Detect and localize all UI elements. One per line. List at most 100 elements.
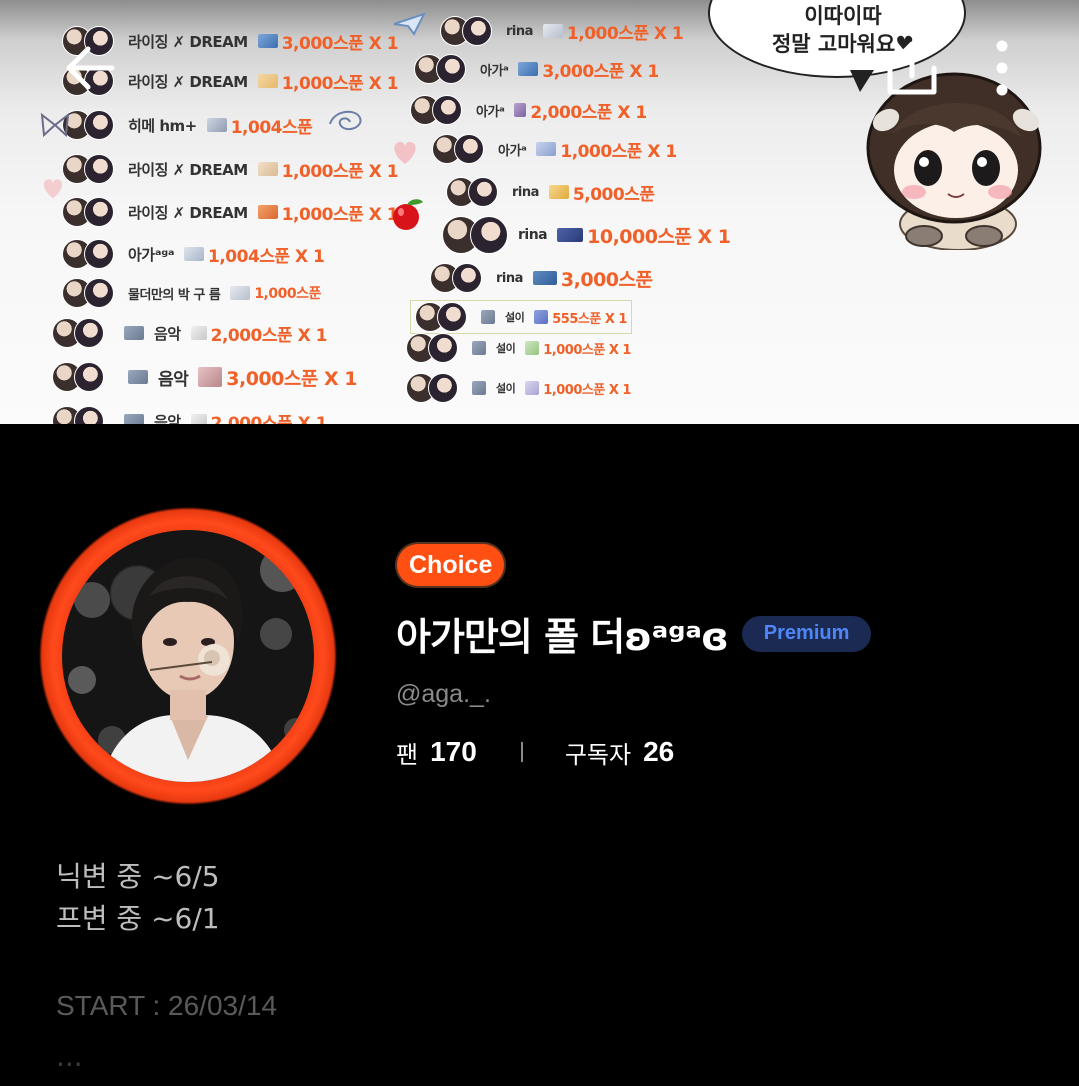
- gift-nickname: rina: [512, 184, 539, 200]
- fans-count[interactable]: 170: [430, 736, 477, 768]
- folder-icon: [124, 326, 144, 340]
- gift-item-icon: [525, 381, 540, 395]
- gift-avatar: [440, 16, 496, 46]
- gift-avatar: [430, 263, 486, 293]
- gift-nickname: 음악: [154, 412, 181, 425]
- bio-line: 닉변 중 ~6/5: [56, 860, 220, 893]
- gift-amount: 3,000스푼 X 1: [542, 61, 659, 82]
- gift-record: 물더만의 박 구 름 1,000스푼: [62, 278, 321, 308]
- gift-amount: 3,000스푼 X 1: [226, 367, 357, 390]
- gift-item-icon: [257, 205, 278, 219]
- subscribers-label[interactable]: 구독자: [565, 735, 631, 770]
- gift-item-icon: [190, 414, 207, 424]
- gift-record: 아가ᵃᵍᵃ 1,004스푼 X 1: [62, 239, 325, 269]
- folder-icon: [124, 414, 144, 424]
- bow-doodle-icon: [40, 112, 70, 138]
- gift-nickname: 라이징 ✗ DREAM: [128, 32, 248, 51]
- fans-label[interactable]: 팬: [396, 735, 418, 770]
- gift-amount: 1,000스푼: [254, 286, 321, 302]
- gift-nickname: rina: [496, 270, 523, 286]
- gift-record: 아가ᵃ 1,000스푼 X 1: [432, 134, 677, 164]
- gift-item-icon: [548, 185, 569, 199]
- share-button[interactable]: [880, 36, 944, 100]
- bio-more-ellipsis[interactable]: ...: [56, 1040, 83, 1073]
- gift-nickname: rina: [506, 23, 533, 39]
- gift-item-icon: [184, 247, 205, 261]
- gift-avatar: [62, 110, 118, 140]
- folder-icon: [472, 381, 486, 395]
- gift-avatar: [442, 216, 508, 254]
- gift-avatar: [446, 177, 502, 207]
- profile-bio: 닉변 중 ~6/5 프변 중 ~6/1: [56, 856, 220, 940]
- gift-nickname: 설이: [496, 342, 516, 355]
- gift-amount: 3,000스푼: [560, 268, 653, 291]
- gift-avatar: [406, 333, 462, 363]
- gift-record: 설이 1,000스푼 X 1: [406, 333, 631, 363]
- gift-item-icon: [257, 74, 278, 88]
- gift-amount: 1,000스푼 X 1: [281, 161, 399, 182]
- gift-avatar: [62, 154, 118, 184]
- gift-nickname: 설이: [496, 382, 516, 395]
- gift-record: rina 10,000스푼 X 1: [442, 216, 731, 254]
- gift-record: 음악 2,000스푼 X 1: [52, 318, 327, 348]
- gift-record: rina 3,000스푼: [430, 263, 653, 293]
- bio-line: 프변 중 ~6/1: [56, 902, 220, 935]
- gift-item-icon: [257, 34, 278, 48]
- gift-avatar: [406, 373, 462, 403]
- avatar-image: [62, 530, 314, 782]
- more-vertical-icon: [996, 40, 1008, 96]
- gift-record: 라이징 ✗ DREAM 1,000스푼 X 1: [62, 197, 399, 227]
- choice-badge: Choice: [397, 544, 505, 586]
- gift-item-icon: [514, 103, 527, 117]
- apple-sticker-icon: [393, 199, 423, 230]
- gift-avatar: [415, 302, 471, 332]
- folder-icon: [481, 310, 495, 324]
- gift-record: 아가ᵃ 3,000스푼 X 1: [414, 54, 659, 84]
- gift-nickname: 히메 hm+: [128, 116, 197, 135]
- gift-item-icon: [536, 142, 557, 156]
- profile-title: 아가만의 폴 더ʚᵃᵍᵃɞ: [396, 615, 729, 659]
- gift-avatar: [52, 318, 108, 348]
- gift-amount: 1,000스푼 X 1: [281, 73, 399, 94]
- stats-divider: [520, 742, 523, 762]
- gift-avatar: [410, 95, 466, 125]
- paper-plane-doodle-icon: [393, 12, 426, 36]
- swirl-doodle-icon: [329, 110, 362, 131]
- more-options-button[interactable]: [980, 36, 1024, 100]
- gift-nickname: 물더만의 박 구 름: [128, 287, 221, 303]
- folder-icon: [472, 341, 486, 355]
- gift-nickname: 음악: [158, 369, 189, 390]
- gift-nickname: rina: [518, 227, 548, 243]
- gift-amount: 1,004스푼 X 1: [208, 246, 325, 267]
- gift-nickname: 음악: [154, 324, 181, 343]
- gift-nickname: 라이징 ✗ DREAM: [128, 72, 248, 91]
- gift-item-icon: [206, 118, 227, 132]
- gift-nickname: 설이: [505, 311, 525, 324]
- share-icon: [887, 41, 937, 95]
- bio-start-date: START : 26/03/14: [56, 990, 278, 1021]
- profile-avatar[interactable]: [38, 506, 338, 806]
- back-button[interactable]: [58, 36, 122, 100]
- gift-amount: 2,000스푼 X 1: [210, 325, 328, 346]
- gift-item-icon: [542, 24, 563, 38]
- gift-amount: 3,000스푼 X 1: [281, 33, 399, 54]
- profile-title-row: 아가만의 폴 더ʚᵃᵍᵃɞ Premium: [396, 606, 872, 661]
- gift-item-icon: [257, 162, 278, 176]
- profile-handle: @aga._.: [396, 680, 491, 708]
- gift-item-icon: [557, 228, 584, 242]
- subscribers-count[interactable]: 26: [643, 736, 674, 768]
- gift-amount: 1,000스푼 X 1: [543, 382, 631, 398]
- gift-avatar: [432, 134, 488, 164]
- gift-amount: 555스푼 X 1: [552, 311, 627, 327]
- gift-record: 아가ᵃ 2,000스푼 X 1: [410, 95, 647, 125]
- gift-amount: 1,000스푼 X 1: [281, 204, 399, 225]
- gift-record: 히메 hm+ 1,004스푼: [62, 110, 313, 140]
- profile-stats: 팬 170 구독자 26: [396, 732, 674, 772]
- gift-item-icon: [230, 286, 251, 300]
- gift-amount: 1,000스푼 X 1: [560, 141, 677, 162]
- gift-item-icon: [532, 271, 557, 285]
- gift-avatar: [52, 406, 108, 424]
- gift-item-icon: [534, 310, 549, 324]
- gift-record: 음악 3,000스푼 X 1: [52, 362, 357, 392]
- gift-amount: 10,000스푼 X 1: [587, 225, 731, 248]
